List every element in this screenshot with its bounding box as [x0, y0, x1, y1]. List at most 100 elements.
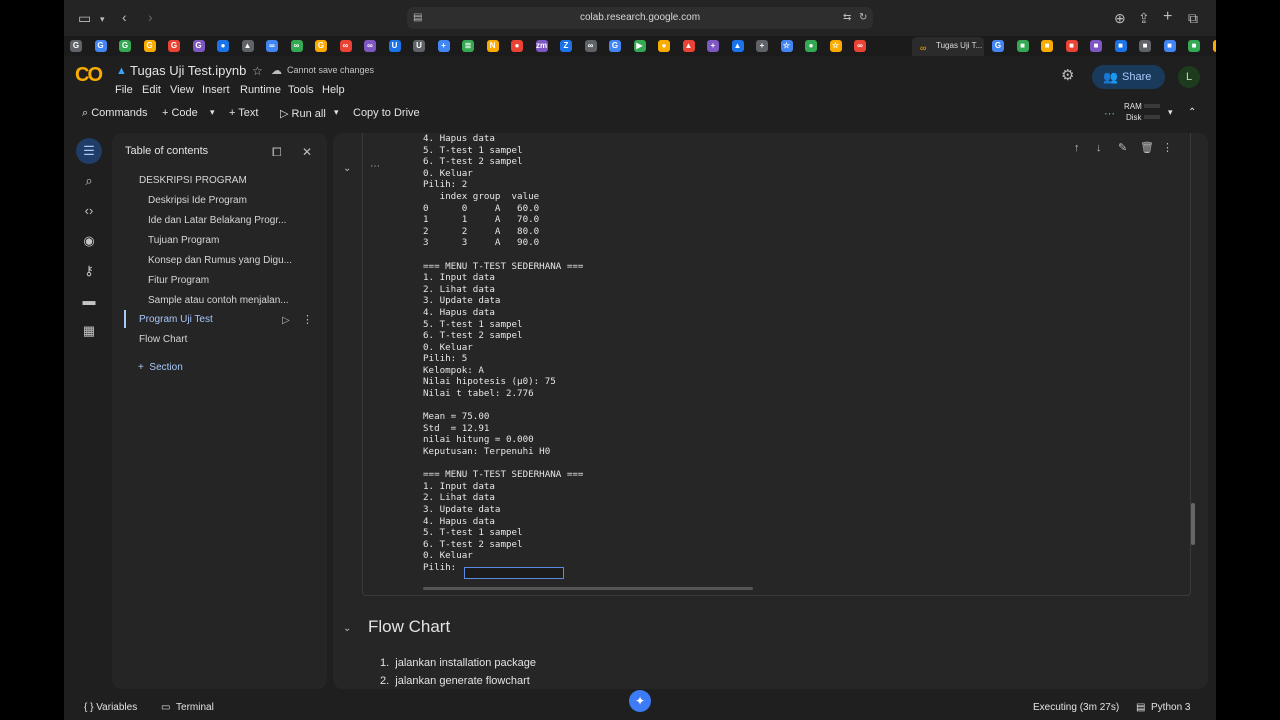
avatar[interactable]: L	[1178, 66, 1200, 88]
tab-favicon-icon[interactable]: G	[143, 40, 156, 52]
back-icon[interactable]: ‹	[122, 10, 127, 24]
tab-favicon-icon[interactable]: ■	[1016, 40, 1029, 52]
tab-favicon-icon[interactable]: G	[192, 40, 205, 52]
tab-favicon-icon[interactable]: ☆	[829, 40, 842, 52]
horizontal-scrollbar[interactable]	[423, 587, 753, 590]
commands-button[interactable]: ⌕ Commands	[82, 107, 147, 120]
sidebar-toggle-icon[interactable]: ▭	[78, 11, 91, 25]
tab-favicon-icon[interactable]: ■	[1041, 40, 1053, 52]
download-icon[interactable]: ⊕	[1114, 11, 1126, 25]
tab-favicon-icon[interactable]: Z	[560, 40, 572, 52]
toc-item[interactable]: Konsep dan Rumus yang Digu...	[148, 255, 292, 266]
files-folder-icon[interactable]: ▬	[76, 288, 102, 314]
tab-favicon-icon[interactable]: ∞	[266, 40, 278, 52]
star-icon[interactable]: ☆	[252, 64, 263, 78]
settings-gear-icon[interactable]: ⚙	[1061, 68, 1074, 83]
tab-favicon-icon[interactable]: ■	[1163, 40, 1176, 52]
copy-to-drive-button[interactable]: Copy to Drive	[353, 107, 420, 119]
tab-favicon-icon[interactable]: U	[413, 40, 425, 52]
tab-favicon-icon[interactable]: ∞	[584, 40, 597, 52]
reload-icon[interactable]: ↻	[859, 11, 867, 25]
collapse-icon[interactable]: ⌃	[1188, 107, 1196, 118]
runtime-dropdown-icon[interactable]: ▾	[1168, 107, 1173, 118]
toc-item[interactable]: Tujuan Program	[148, 235, 219, 246]
tab-favicon-icon[interactable]: ■	[1212, 40, 1216, 52]
tab-favicon-icon[interactable]: ▲	[241, 40, 254, 52]
open-in-tab-icon[interactable]: ⧠	[272, 145, 282, 159]
tab-favicon-icon[interactable]: ∞	[364, 40, 376, 52]
tab-favicon-icon[interactable]: G	[70, 40, 82, 52]
tab-favicon-icon[interactable]: ■	[1065, 40, 1078, 52]
tab-favicon-icon[interactable]: ■	[1114, 40, 1127, 52]
tab-favicon-icon[interactable]: N	[486, 40, 499, 52]
variables-button[interactable]: { } Variables	[84, 702, 137, 713]
tab-favicon-icon[interactable]: ●	[658, 40, 670, 52]
tab-favicon-icon[interactable]: ≣	[462, 40, 474, 52]
tab-favicon-icon[interactable]: +	[756, 40, 768, 52]
tab-favicon-icon[interactable]: ●	[217, 40, 229, 52]
menu-edit[interactable]: Edit	[142, 84, 161, 96]
menu-runtime[interactable]: Runtime	[240, 84, 281, 96]
tab-favicon-icon[interactable]: ▲	[731, 40, 744, 52]
toc-item[interactable]: Fitur Program	[148, 275, 209, 286]
tab-favicon-icon[interactable]: G	[119, 40, 131, 52]
runtime-status[interactable]: ▤ Python 3	[1136, 702, 1191, 713]
delete-icon[interactable]: 🗑	[1140, 141, 1154, 155]
terminal-button[interactable]: ▭ Terminal	[161, 702, 214, 713]
move-up-icon[interactable]: ↑	[1074, 141, 1080, 155]
executing-status[interactable]: Executing (3m 27s)	[1033, 702, 1119, 713]
tab-favicon-icon[interactable]: U	[388, 40, 401, 52]
secrets-key-icon[interactable]: ⚷	[76, 258, 102, 284]
tab-favicon-icon[interactable]: ●	[805, 40, 817, 52]
tab-overview-icon[interactable]: ⧉	[1188, 11, 1198, 25]
address-bar[interactable]: ▤ colab.research.google.com ⇆ ↻	[407, 7, 873, 29]
tab-favicon-icon[interactable]: ●	[511, 40, 523, 52]
more-vert-icon[interactable]: ⋮	[302, 313, 313, 327]
toc-item[interactable]: Deskripsi Ide Program	[148, 195, 247, 206]
share-page-icon[interactable]: ⇪	[1138, 11, 1150, 25]
menu-view[interactable]: View	[170, 84, 194, 96]
cell-more-icon[interactable]: ⋮	[1162, 141, 1173, 155]
toc-item[interactable]: Flow Chart	[139, 334, 187, 345]
run-all-dropdown-icon[interactable]: ▾	[334, 107, 339, 118]
code-dropdown-icon[interactable]: ▾	[210, 107, 215, 118]
tab-favicon-icon[interactable]: ■	[1188, 40, 1200, 52]
run-all-button[interactable]: ▷ Run all	[280, 107, 326, 120]
tab-favicon-icon[interactable]: G	[609, 40, 621, 52]
tab-favicon-icon[interactable]: G	[315, 40, 327, 52]
variables-eye-icon[interactable]: ◉	[76, 228, 102, 254]
add-code-button[interactable]: + Code	[162, 107, 198, 119]
tab-favicon-icon[interactable]: ▲	[682, 40, 695, 52]
add-text-button[interactable]: + Text	[229, 107, 258, 119]
colab-logo[interactable]: CO	[75, 64, 103, 87]
new-tab-icon[interactable]: +	[1163, 9, 1172, 25]
run-section-icon[interactable]: ▷	[282, 314, 290, 328]
tab-favicon-icon[interactable]: ☆	[780, 40, 793, 52]
section-collapse-icon[interactable]: ⌄	[343, 622, 351, 636]
tab-favicon-icon[interactable]: ■	[1090, 40, 1102, 52]
collapse-chevron-icon[interactable]: ⌄	[343, 162, 351, 176]
vertical-scrollbar[interactable]	[1191, 503, 1195, 545]
toc-item-active[interactable]: Program Uji Test	[139, 314, 213, 325]
tab-favicon-icon[interactable]: ∞	[339, 40, 352, 52]
tab-favicon-icon[interactable]: G	[94, 40, 107, 52]
code-snippets-icon[interactable]: ‹›	[76, 198, 102, 224]
active-tab[interactable]: ∞ Tugas Uji T...	[912, 37, 984, 56]
menu-file[interactable]: File	[115, 84, 133, 96]
find-icon[interactable]: ⌕	[76, 168, 102, 194]
tab-favicon-icon[interactable]: zm	[535, 40, 548, 52]
tab-favicon-icon[interactable]: +	[707, 40, 719, 52]
tab-favicon-icon[interactable]: +	[437, 40, 450, 52]
add-section-button[interactable]: + Section	[138, 362, 183, 373]
gemini-icon[interactable]: ✦	[629, 690, 651, 712]
tab-favicon-icon[interactable]: ∞	[290, 40, 303, 52]
toc-icon[interactable]: ☰	[76, 138, 102, 164]
table-icon[interactable]: ▦	[76, 318, 102, 344]
menu-insert[interactable]: Insert	[202, 84, 230, 96]
notebook-title[interactable]: Tugas Uji Test.ipynb	[130, 63, 246, 78]
edit-icon[interactable]: ✎	[1118, 141, 1127, 155]
menu-tools[interactable]: Tools	[288, 84, 314, 96]
tab-favicon-icon[interactable]: ∞	[854, 40, 866, 52]
forward-icon[interactable]: ›	[148, 10, 153, 24]
share-button[interactable]: 👥 Share	[1092, 65, 1165, 89]
